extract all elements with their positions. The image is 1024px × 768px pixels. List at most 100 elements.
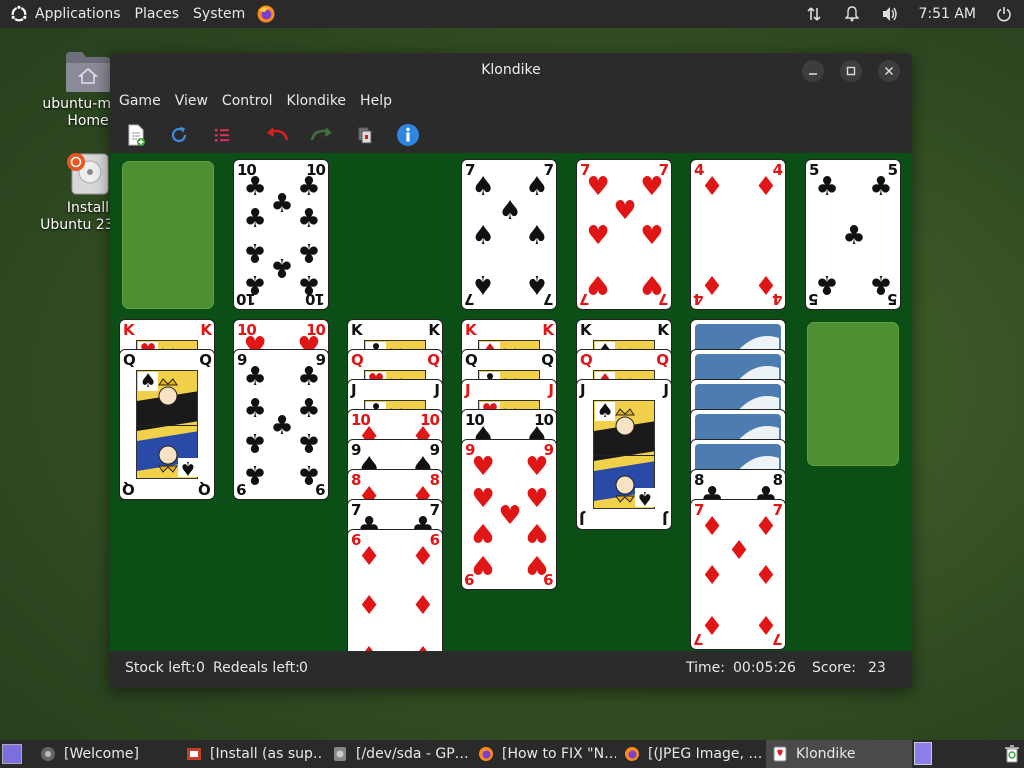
menu-control[interactable]: Control	[215, 87, 280, 115]
klondike-window: Klondike Game View Control Klondike Help	[110, 53, 912, 688]
maximize-button[interactable]	[840, 60, 862, 82]
suit-pip-icon: ♥	[586, 172, 610, 203]
firefox-launcher-icon[interactable]	[252, 0, 280, 28]
playing-card[interactable]: 10 10 10 10 ♣ ♣ ♣ ♣ ♣ ♣ ♣ ♣ ♣ ♣	[233, 159, 329, 310]
menu-view[interactable]: View	[168, 87, 215, 115]
card-rank-top-left: J	[465, 381, 471, 399]
suit-pip-icon: ♥	[640, 220, 664, 251]
suit-pip-icon: ♣	[815, 268, 839, 299]
new-document-icon	[128, 124, 145, 146]
task-firefox-jpeg[interactable]: [(JPEG Image, …	[618, 740, 762, 768]
playing-card[interactable]: 7 7 7 7 ♥ ♥ ♥ ♥ ♥ ♥ ♥	[576, 159, 672, 310]
suit-pip-icon: ♦	[356, 639, 382, 651]
restart-button[interactable]	[166, 122, 192, 148]
new-game-button[interactable]	[123, 122, 149, 148]
suit-pip-icon: ♠	[595, 400, 615, 422]
playing-card[interactable]: 6666♦♦♦♦♦♦	[347, 529, 443, 651]
suit-pip-icon: ♦	[754, 560, 778, 591]
task-install-label: [Install (as sup…	[210, 746, 322, 762]
places-menu[interactable]: Places	[128, 0, 187, 28]
close-icon	[885, 67, 893, 75]
suit-pip-icon: ♥	[613, 196, 637, 227]
score-label: Score:	[812, 660, 856, 676]
suit-pip-icon: ♣	[297, 393, 321, 424]
suit-pip-icon: ♥	[525, 483, 549, 514]
volume-icon[interactable]	[876, 0, 904, 28]
minimize-icon	[809, 73, 817, 75]
suit-pip-icon: ♥	[498, 500, 522, 531]
select-game-button[interactable]	[209, 122, 235, 148]
undo-button[interactable]	[265, 122, 291, 148]
suit-pip-icon: ♣	[297, 427, 321, 458]
firefox-icon	[624, 746, 640, 762]
card-rank-top-right: K	[428, 321, 440, 339]
system-menu[interactable]: System	[186, 0, 252, 28]
network-icon[interactable]	[800, 0, 828, 28]
suit-pip-icon: ♣	[270, 410, 294, 441]
playing-card[interactable]: 9 9 9 9 ♣ ♣ ♣ ♣ ♣ ♣ ♣ ♣ ♣	[233, 349, 329, 500]
task-gparted[interactable]: [/dev/sda - GP…	[326, 740, 468, 768]
refresh-icon	[171, 127, 187, 143]
task-firefox-howto-label: [How to FIX "N…	[502, 746, 616, 762]
card-rank-top-left: K	[123, 321, 135, 339]
suit-pip-icon: ♠	[525, 172, 549, 203]
panel-clock[interactable]: 7:51 AM	[904, 6, 990, 22]
ubuntu-logo-icon	[10, 4, 28, 23]
suit-pip-icon: ♣	[297, 268, 321, 299]
time-label: Time:	[686, 660, 725, 676]
window-titlebar[interactable]: Klondike	[110, 53, 912, 87]
suit-pip-icon: ♦	[357, 590, 381, 621]
suit-pip-icon: ♦	[754, 608, 778, 639]
applications-menu[interactable]: Applications	[0, 0, 128, 28]
task-klondike[interactable]: Klondike	[766, 740, 912, 768]
playing-card[interactable]: 7 7 7 7 ♠ ♠ ♠ ♠ ♠ ♠ ♠	[461, 159, 557, 310]
suit-pip-icon: ♣	[842, 220, 866, 251]
redeals-left-label: Redeals left:	[213, 660, 300, 676]
menu-game[interactable]: Game	[112, 87, 168, 115]
menu-klondike[interactable]: Klondike	[280, 87, 354, 115]
task-firefox-howto[interactable]: [How to FIX "N…	[472, 740, 616, 768]
menu-help[interactable]: Help	[353, 87, 399, 115]
task-install[interactable]: [Install (as sup…	[180, 740, 322, 768]
playing-card[interactable]: 4 4 4 4 ♦ ♦ ♦ ♦	[690, 159, 786, 310]
suit-pip-icon: ♣	[243, 268, 267, 299]
minimize-button[interactable]	[802, 60, 824, 82]
workspace-switcher[interactable]	[914, 742, 932, 765]
trash-icon[interactable]	[1004, 745, 1020, 763]
suit-pip-icon: ♠	[525, 220, 549, 251]
menubar: Game View Control Klondike Help	[110, 87, 912, 115]
suit-pip-icon: ♠	[635, 487, 655, 509]
suit-pip-icon: ♦	[727, 536, 751, 567]
close-button[interactable]	[878, 60, 900, 82]
power-icon[interactable]	[990, 0, 1018, 28]
suit-pip-icon: ♦	[700, 268, 724, 299]
suit-pip-icon: ♦	[700, 512, 724, 543]
task-welcome[interactable]: [Welcome]	[34, 740, 174, 768]
playing-card[interactable]: 7 7 7 7 ♦ ♦ ♦ ♦ ♦ ♦ ♦	[690, 499, 786, 650]
suit-pip-icon: ♠	[471, 172, 495, 203]
deal-button[interactable]	[352, 122, 378, 148]
playing-card[interactable]: Q Q Q Q ♠ ♠	[119, 349, 215, 500]
hint-button[interactable]	[395, 122, 421, 148]
suit-pip-icon: ♣	[243, 362, 267, 393]
tableau-empty-slot[interactable]	[807, 322, 899, 466]
suit-pip-icon: ♦	[411, 590, 435, 621]
playing-card[interactable]: 5 5 5 5 ♣ ♣ ♣ ♣ ♣	[805, 159, 901, 310]
redo-button[interactable]	[308, 122, 334, 148]
playing-card[interactable]: 9 9 9 9 ♥ ♥ ♥ ♥ ♥ ♥ ♥ ♥ ♥	[461, 439, 557, 590]
suit-pip-icon: ♠	[138, 370, 158, 392]
suit-pip-icon: ♥	[471, 452, 495, 483]
stock-slot[interactable]	[122, 161, 214, 309]
card-rank-top-right: J	[548, 381, 554, 399]
game-table[interactable]: 10 10 10 10 ♣ ♣ ♣ ♣ ♣ ♣ ♣ ♣ ♣ ♣ 7 7 7 7 ♠ ♠ ♠ ♠ ♠ ♠ ♠ 7 7 7 7 ♥ ♥ ♥ ♥ ♥ ♥…	[110, 153, 912, 651]
suit-pip-icon: ♣	[297, 362, 321, 393]
suit-pip-icon: ♠	[471, 220, 495, 251]
notifications-bell-icon[interactable]	[838, 0, 866, 28]
playing-card[interactable]: J J J J ♠ ♠	[576, 379, 672, 530]
suit-pip-icon: ♥	[471, 517, 495, 548]
suit-pip-icon: ♣	[243, 237, 267, 268]
install-disk-icon	[64, 150, 112, 198]
show-desktop-button[interactable]	[2, 744, 22, 764]
suit-pip-icon: ♥	[471, 548, 495, 579]
installer-app-icon	[186, 746, 202, 762]
